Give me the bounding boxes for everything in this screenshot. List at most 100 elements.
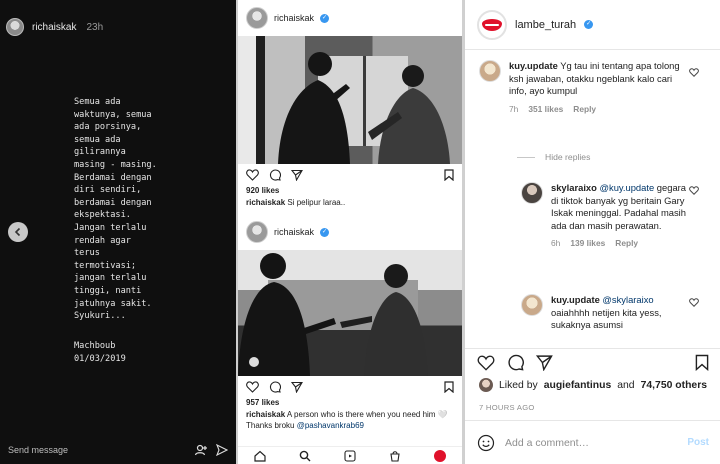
search-icon[interactable]	[299, 450, 311, 462]
share-icon[interactable]	[216, 444, 228, 456]
story-text: Semua ada waktunya, semua ada porsinya, …	[74, 97, 157, 322]
story-viewer: richaiskak 23h Semua ada waktunya, semua…	[0, 0, 236, 464]
heart-icon[interactable]	[246, 169, 259, 181]
silhouette-photo-icon	[278, 52, 450, 164]
post-username[interactable]: richaiskak	[274, 227, 314, 237]
comment-time: 7h	[509, 103, 519, 114]
share-icon[interactable]	[536, 354, 553, 371]
send-message-input[interactable]: Send message	[8, 445, 194, 455]
comment-likes[interactable]: 139 likes	[570, 238, 605, 248]
post-likes[interactable]: 957 likes	[238, 398, 462, 407]
post-header: richaiskak ✓	[238, 214, 462, 250]
reply-comment: skylaraixo @kuy.update gegara di tiktok …	[521, 182, 691, 248]
bookmark-icon[interactable]	[444, 169, 454, 181]
caption-mention[interactable]: @pashavankrab69	[297, 421, 364, 430]
post-likes[interactable]: 920 likes	[238, 186, 462, 195]
comment-time: 6h	[551, 238, 561, 248]
bottom-nav	[238, 446, 462, 464]
previous-story-button[interactable]	[8, 222, 28, 242]
silhouette-photo-icon	[238, 250, 462, 376]
post-actions	[238, 376, 462, 398]
shop-icon[interactable]	[389, 450, 401, 462]
hide-replies-label: Hide replies	[545, 152, 591, 162]
comment-body: kuy.update Yg tau ini tentang apa tolong…	[509, 60, 689, 98]
liked-by-prefix: Liked by	[499, 379, 538, 391]
share-icon[interactable]	[291, 169, 303, 181]
comments-panel: lambe_turah ✓ kuy.update Yg tau ini tent…	[464, 0, 720, 464]
profile-feed: richaiskak ✓ 920 likes richaiskak Si pel…	[236, 0, 462, 464]
profile-avatar[interactable]	[433, 449, 446, 462]
post-avatar[interactable]	[246, 7, 268, 29]
add-person-icon[interactable]	[194, 443, 208, 457]
account-username[interactable]: lambe_turah	[515, 19, 576, 31]
story-avatar[interactable]	[6, 18, 24, 36]
reply-comment: kuy.update @skylaraixo oaiahhhh netijen …	[521, 294, 691, 340]
story-header: richaiskak 23h	[6, 18, 103, 36]
story-signature: Machboub 01/03/2019	[74, 341, 126, 364]
bookmark-icon[interactable]	[444, 381, 454, 393]
comments-header: lambe_turah ✓	[465, 0, 720, 50]
add-comment-input[interactable]: Add a comment…	[505, 437, 677, 449]
heart-icon[interactable]	[689, 298, 699, 307]
comment-icon[interactable]	[507, 354, 524, 371]
reply-button[interactable]: Reply	[573, 104, 596, 114]
comment-username[interactable]: skylaraixo	[551, 182, 597, 193]
post-username[interactable]: richaiskak	[274, 13, 314, 23]
post-caption: richaiskak Si pelipur laraa..	[238, 195, 462, 208]
comment-icon[interactable]	[269, 381, 281, 393]
comment-meta: 7h 351 likes Reply	[509, 104, 689, 114]
liked-by-and: and	[617, 379, 635, 391]
post-caption: richaiskak A person who is there when yo…	[238, 407, 462, 431]
share-icon[interactable]	[291, 381, 303, 393]
home-icon[interactable]	[254, 450, 266, 462]
story-reply-bar: Send message	[0, 436, 236, 464]
heart-icon[interactable]	[689, 68, 699, 77]
comment: kuy.update Yg tau ini tentang apa tolong…	[479, 60, 689, 114]
comment-meta: 6h 139 likes Reply	[551, 238, 691, 248]
liked-by-count[interactable]: 74,750 others	[641, 380, 707, 391]
reels-icon[interactable]	[344, 449, 356, 462]
commenter-avatar[interactable]	[479, 60, 501, 82]
post-photo[interactable]	[238, 36, 462, 164]
post-avatar[interactable]	[246, 221, 268, 243]
comment-mention[interactable]: @skylaraixo	[602, 294, 653, 305]
story-username[interactable]: richaiskak	[32, 22, 76, 33]
commenter-avatar[interactable]	[521, 294, 543, 316]
verified-badge-icon: ✓	[320, 13, 330, 23]
comment-icon[interactable]	[269, 169, 281, 181]
reply-button[interactable]: Reply	[615, 238, 638, 248]
heart-icon[interactable]	[246, 381, 259, 393]
posted-time: 7 HOURS AGO	[479, 403, 535, 412]
verified-badge-icon: ✓	[584, 20, 594, 29]
comment-text: oaiahhhh netijen kita yess, sukaknya asu…	[551, 306, 662, 331]
heart-icon[interactable]	[477, 355, 495, 371]
caption-username[interactable]: richaiskak	[246, 198, 285, 207]
liked-by: Liked by augiefantinus and 74,750 others	[479, 378, 707, 392]
caption-text: Si pelipur laraa..	[287, 198, 346, 207]
post-photo[interactable]	[238, 250, 462, 376]
bookmark-icon[interactable]	[695, 354, 709, 371]
hide-replies-button[interactable]: Hide replies	[517, 152, 590, 162]
lips-logo-icon	[482, 18, 502, 31]
chevron-left-icon	[14, 227, 21, 237]
post-actions	[465, 348, 720, 376]
divider-line	[517, 156, 535, 158]
post-comment-button[interactable]: Post	[687, 437, 709, 448]
heart-icon[interactable]	[689, 186, 699, 195]
post-header: richaiskak ✓	[238, 0, 462, 36]
liker-avatar[interactable]	[479, 378, 493, 392]
verified-badge-icon: ✓	[320, 227, 330, 237]
liker-username[interactable]: augiefantinus	[544, 380, 612, 391]
commenter-avatar[interactable]	[521, 182, 543, 204]
account-avatar[interactable]	[477, 9, 507, 40]
comment-username[interactable]: kuy.update	[509, 60, 558, 71]
comment-body: kuy.update @skylaraixo oaiahhhh netijen …	[551, 294, 691, 332]
comment-likes[interactable]: 351 likes	[528, 104, 563, 114]
post-actions	[238, 164, 462, 186]
story-time: 23h	[86, 21, 104, 33]
comment-mention[interactable]: @kuy.update	[599, 182, 654, 193]
emoji-icon[interactable]	[477, 434, 495, 452]
caption-username[interactable]: richaiskak	[246, 410, 285, 419]
comment-username[interactable]: kuy.update	[551, 294, 600, 305]
add-comment-bar: Add a comment… Post	[465, 420, 720, 464]
